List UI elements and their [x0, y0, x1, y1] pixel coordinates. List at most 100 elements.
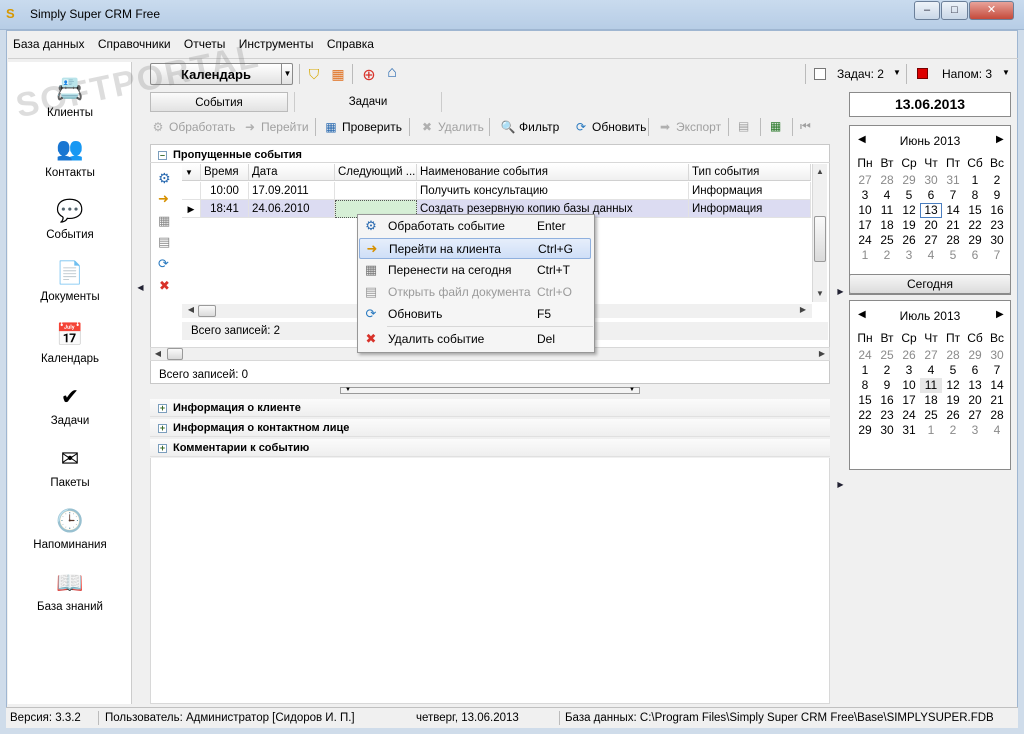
cell-name[interactable]: Получить консультацию [417, 182, 689, 200]
nav-item-contacts[interactable]: 👥 Контакты [8, 133, 132, 179]
calendar-day[interactable]: 25 [876, 348, 898, 363]
process-icon[interactable]: ⚙ [158, 170, 171, 187]
calendar-day[interactable]: 17 [898, 393, 920, 408]
calendar-day[interactable]: 13 [964, 378, 986, 393]
calendar-day[interactable]: 2 [986, 173, 1008, 188]
calendar-day[interactable]: 4 [920, 248, 942, 263]
minimize-button[interactable]: – [914, 1, 940, 20]
group-header[interactable]: – Пропущенные события [158, 149, 302, 161]
expand-icon[interactable]: + [158, 423, 167, 433]
calendar-day[interactable]: 6 [964, 248, 986, 263]
scroll-up-icon[interactable]: ▲ [813, 166, 827, 180]
calendar-day[interactable]: 22 [854, 408, 876, 423]
refresh-icon[interactable]: ⟳ [158, 256, 169, 272]
menu-help[interactable]: Справка [322, 34, 379, 54]
calendar-day[interactable]: 28 [942, 348, 964, 363]
cell-time[interactable]: 10:00 [201, 182, 249, 200]
calendar-day[interactable]: 26 [942, 408, 964, 423]
calendar-day[interactable]: 4 [920, 363, 942, 378]
nav-item-knowledge-base[interactable]: 📖 База знаний [8, 567, 132, 613]
nav-item-clients[interactable]: 📇 Клиенты [8, 73, 132, 119]
shield-icon[interactable]: ⛉ [306, 66, 322, 82]
scroll-down-icon[interactable]: ▼ [813, 288, 827, 302]
calendar-day[interactable]: 27 [854, 173, 876, 188]
calendar-day[interactable]: 12 [898, 203, 920, 218]
scroll-right-icon[interactable]: ▶ [796, 304, 810, 318]
calendar-next-icon[interactable]: ▶ [996, 134, 1004, 145]
context-menu-item-delete-event[interactable]: ✖ Удалить событие Del [359, 329, 591, 350]
calendar-day[interactable]: 7 [986, 363, 1008, 378]
calendar-day[interactable]: 27 [920, 348, 942, 363]
calendar-day[interactable]: 4 [986, 423, 1008, 438]
table-icon[interactable]: ▦ [770, 119, 781, 133]
module-combo[interactable]: Календарь ▼ [150, 63, 293, 85]
cell-time[interactable]: 18:41 [201, 200, 249, 218]
nav-item-calendar[interactable]: 📅 Календарь [8, 319, 132, 365]
home-icon[interactable]: ⌂ [383, 64, 401, 82]
column-header-date[interactable]: Дата [249, 164, 335, 181]
windows-icon[interactable]: ▦ [330, 66, 346, 82]
calendar-day[interactable]: 16 [986, 203, 1008, 218]
expand-icon[interactable]: + [158, 443, 167, 453]
calendar-day[interactable]: 11 [920, 378, 942, 393]
move-today-icon[interactable]: ▦ [158, 213, 170, 229]
lifebuoy-icon[interactable]: ⊕ [360, 65, 378, 84]
expand-icon[interactable]: + [158, 403, 167, 413]
close-button[interactable]: ✕ [969, 1, 1014, 20]
right-splitter-handle-top[interactable]: ▶ [837, 284, 844, 300]
row-indicator[interactable] [182, 182, 201, 200]
calendar-day[interactable]: 3 [964, 423, 986, 438]
calendar-day[interactable]: 20 [964, 393, 986, 408]
context-menu-item-goto-client[interactable]: ➜ Перейти на клиента Ctrl+G [359, 238, 591, 259]
scroll-right-icon[interactable]: ▶ [815, 348, 829, 362]
goto-client-icon[interactable]: ➜ [158, 191, 169, 207]
calendar-day[interactable]: 21 [942, 218, 964, 233]
calendar-day[interactable]: 23 [876, 408, 898, 423]
calendar-day[interactable]: 1 [964, 173, 986, 188]
section-client-info[interactable]: + Информация о клиенте [150, 399, 830, 417]
nav-item-tasks[interactable]: ✔ Задачи [8, 381, 132, 427]
calendar-day[interactable]: 31 [898, 423, 920, 438]
calendar-day[interactable]: 29 [964, 233, 986, 248]
nav-item-packages[interactable]: ✉ Пакеты [8, 443, 132, 489]
tab-tasks[interactable]: Задачи [294, 92, 442, 112]
calendar-day[interactable]: 30 [986, 233, 1008, 248]
export-button[interactable]: ➡ Экспорт [657, 118, 721, 136]
first-record-icon[interactable]: ⏮ [800, 119, 811, 134]
calendar-day[interactable]: 18 [920, 393, 942, 408]
cell-next[interactable] [335, 182, 417, 200]
maximize-button[interactable]: □ [941, 1, 968, 20]
copy-icon[interactable]: ▤ [738, 119, 749, 133]
calendar-day[interactable]: 25 [876, 233, 898, 248]
calendar-day[interactable]: 22 [964, 218, 986, 233]
calendar-day[interactable]: 19 [942, 393, 964, 408]
calendar-day[interactable]: 26 [898, 233, 920, 248]
calendar-day[interactable]: 13 [920, 203, 942, 218]
calendar-day[interactable]: 24 [854, 348, 876, 363]
calendar-day[interactable]: 21 [986, 393, 1008, 408]
calendar-day[interactable]: 17 [854, 218, 876, 233]
calendar-day[interactable]: 28 [986, 408, 1008, 423]
column-header-next[interactable]: Следующий ... [335, 164, 417, 181]
nav-item-reminders[interactable]: 🕒 Напоминания [8, 505, 132, 551]
filter-button[interactable]: 🔍 Фильтр [500, 118, 560, 136]
calendar-day[interactable]: 9 [986, 188, 1008, 203]
calendar-day[interactable]: 7 [986, 248, 1008, 263]
calendar-day[interactable]: 12 [942, 378, 964, 393]
calendar-next-icon[interactable]: ▶ [996, 309, 1004, 320]
calendar-day[interactable]: 23 [986, 218, 1008, 233]
calendar-day[interactable]: 11 [876, 203, 898, 218]
current-row-arrow-icon[interactable]: ▶ [182, 200, 201, 218]
column-header-type[interactable]: Тип события [689, 164, 811, 181]
calendar-day[interactable]: 2 [942, 423, 964, 438]
calendar-day[interactable]: 31 [942, 173, 964, 188]
tasks-checkbox[interactable] [814, 68, 826, 80]
reminders-dropdown-icon[interactable]: ▼ [1002, 68, 1010, 77]
calendar-day[interactable]: 1 [854, 248, 876, 263]
calendar-day[interactable]: 3 [854, 188, 876, 203]
nav-item-documents[interactable]: 📄 Документы [8, 257, 132, 303]
cell-type[interactable]: Информация [689, 182, 811, 200]
calendar-day[interactable]: 6 [920, 188, 942, 203]
nav-item-events[interactable]: 💬 События [8, 195, 132, 241]
calendar-day[interactable]: 7 [942, 188, 964, 203]
